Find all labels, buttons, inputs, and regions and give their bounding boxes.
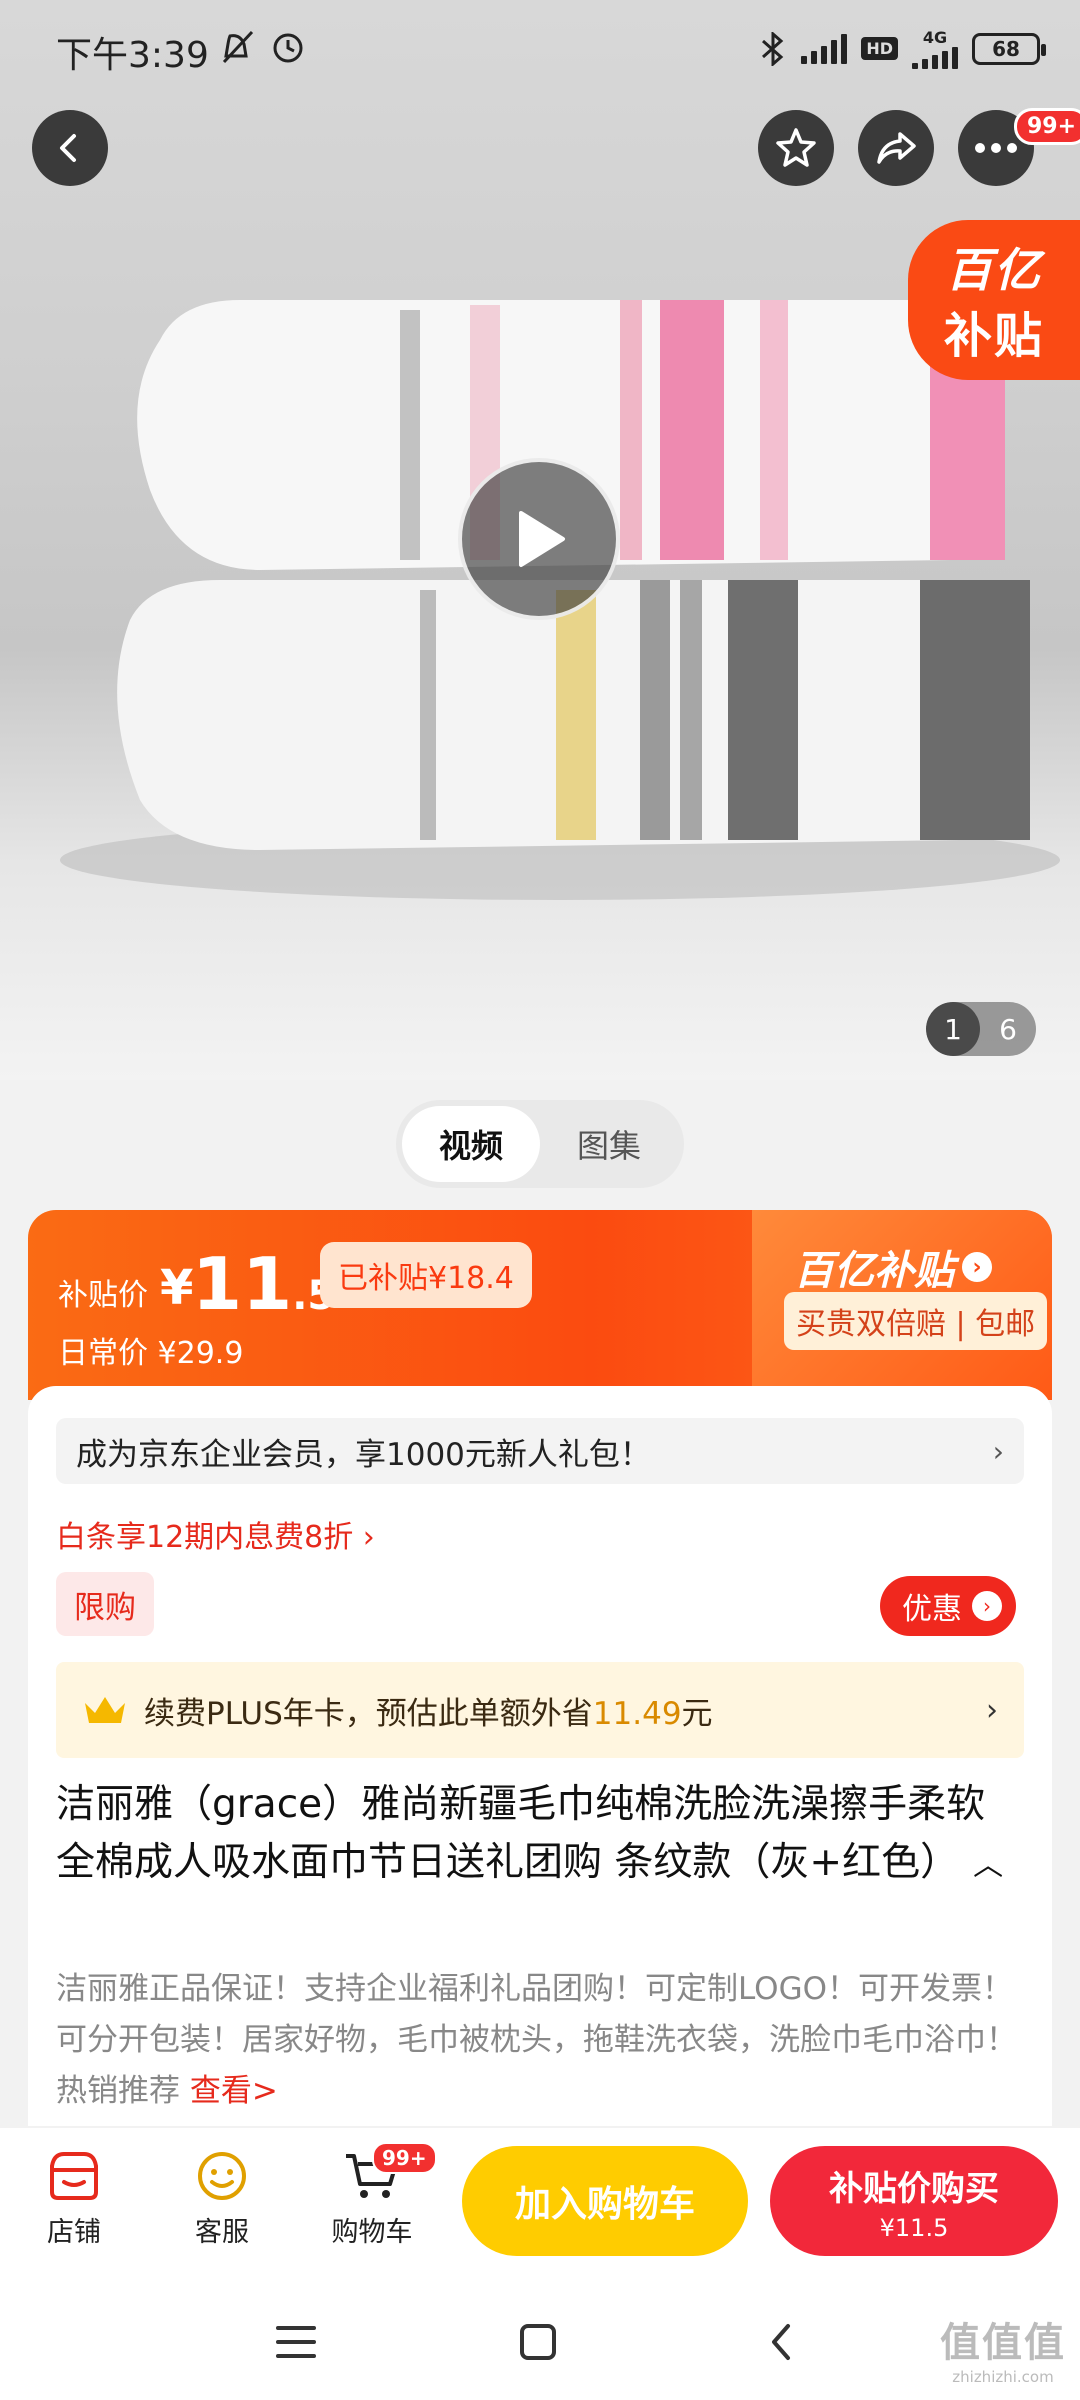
pager-total: 6	[999, 1012, 1017, 1046]
subsidy-stamp: 百亿 补贴	[908, 220, 1080, 380]
shop-label: 店铺	[47, 2217, 101, 2248]
tab-gallery[interactable]: 图集	[540, 1106, 678, 1182]
baitiao-offer-link[interactable]: 白条享12期内息费8折 ›	[56, 1512, 375, 1556]
discount-label: 优惠	[902, 1592, 962, 1627]
battery-icon: 68	[972, 32, 1046, 65]
buy-now-price: ¥11.5	[879, 2213, 949, 2242]
back-chevron-icon	[772, 2324, 790, 2360]
plus-renewal-banner[interactable]: 续费PLUS年卡，预估此单额外省11.49元 ›	[56, 1662, 1024, 1758]
back-nav-button[interactable]	[752, 2312, 812, 2372]
menu-icon	[276, 2326, 316, 2358]
play-video-button[interactable]	[458, 458, 620, 620]
regular-price: 日常价 ¥29.9	[58, 1336, 244, 1371]
enterprise-member-text: 成为京东企业会员，享1000元新人礼包！	[76, 1436, 651, 1473]
chevron-right-icon: ›	[992, 1434, 1004, 1468]
crown-icon	[85, 1697, 125, 1723]
discount-button[interactable]: 优惠 ›	[880, 1576, 1016, 1636]
guarantee-tag: 买贵双倍赔 | 包邮	[784, 1292, 1048, 1350]
subsidy-brand-link[interactable]: 百亿补贴 ›	[794, 1238, 992, 1296]
status-time: 下午3:39	[56, 35, 209, 76]
cart-label: 购物车	[331, 2217, 413, 2248]
watermark-logo: 值值值	[940, 2320, 1066, 2366]
share-icon	[877, 132, 916, 164]
share-button[interactable]	[858, 110, 934, 186]
customer-service-button[interactable]: 客服	[162, 2148, 282, 2249]
customer-service-label: 客服	[195, 2217, 249, 2248]
add-to-cart-button[interactable]: 加入购物车	[462, 2146, 748, 2256]
system-navigation-bar: 值值值 zhizhizhi.com	[0, 2278, 1080, 2400]
customer-service-icon	[198, 2152, 246, 2200]
shop-icon	[50, 2152, 98, 2200]
product-info-card: 成为京东企业会员，享1000元新人礼包！ › 白条享12期内息费8折 › 限购 …	[28, 1386, 1052, 2126]
limit-purchase-tag: 限购	[56, 1572, 154, 1636]
shop-button[interactable]: 店铺	[14, 2148, 134, 2249]
star-icon	[776, 128, 816, 167]
subsidy-price-label: 补贴价	[58, 1278, 148, 1313]
hd-icon: HD	[861, 37, 898, 60]
image-pager: 1 6	[926, 1002, 1036, 1056]
subsidy-stamp-line2: 补贴	[943, 308, 1044, 364]
tab-video[interactable]: 视频	[402, 1106, 540, 1182]
home-square-icon	[520, 2324, 556, 2360]
price-card[interactable]: 补贴价 ¥ 11.5 已补贴¥18.4 日常价 ¥29.9 百亿补贴 › 买贵双…	[28, 1210, 1052, 1400]
buy-now-label: 补贴价购买	[829, 2168, 999, 2209]
status-bar: 下午3:39 HD 4G 68	[0, 0, 1080, 100]
product-media-area[interactable]: 下午3:39 HD 4G 68 99+ 百亿 补贴 1 6	[0, 0, 1080, 1080]
more-badge: 99+	[1014, 108, 1080, 145]
favorite-button[interactable]	[758, 110, 834, 186]
signal-icon	[801, 33, 848, 64]
menu-nav-button[interactable]	[266, 2312, 326, 2372]
site-watermark: 值值值 zhizhizhi.com	[940, 2310, 1066, 2386]
chevron-right-icon: ›	[972, 1591, 1002, 1621]
cellular-4g: 4G	[912, 28, 958, 69]
subsidy-brand-text: 百亿补贴	[794, 1248, 954, 1294]
see-more-link[interactable]: 查看>	[190, 2073, 278, 2109]
cart-button[interactable]: 99+ 购物车	[312, 2142, 437, 2249]
pager-current: 1	[926, 1002, 980, 1056]
chevron-right-icon: ›	[962, 1252, 992, 1282]
subsidy-stamp-line1: 百亿	[946, 243, 1042, 297]
collapse-chevron-icon[interactable]: ︿	[973, 1837, 1003, 1895]
home-nav-button[interactable]	[508, 2312, 568, 2372]
plus-renewal-text: 续费PLUS年卡，预估此单额外省11.49元	[144, 1695, 713, 1732]
back-button[interactable]	[32, 110, 108, 186]
subsidized-badge: 已补贴¥18.4	[320, 1242, 532, 1308]
currency-symbol: ¥	[160, 1260, 194, 1316]
bluetooth-icon	[762, 31, 784, 66]
chevron-right-icon: ›	[986, 1692, 998, 1728]
bottom-action-bar: 店铺 客服 99+ 购物车 加入购物车 补贴价购买 ¥11.5	[0, 2128, 1080, 2278]
mute-alarm-icon	[222, 30, 303, 64]
product-title: 洁丽雅（grace）雅尚新疆毛巾纯棉洗脸洗澡擦手柔软全棉成人吸水面巾节日送礼团购…	[56, 1776, 1024, 1895]
media-tabs: 视频 图集	[396, 1100, 684, 1188]
play-icon	[519, 511, 565, 567]
watermark-url: zhizhizhi.com	[952, 2368, 1054, 2386]
enterprise-member-banner[interactable]: 成为京东企业会员，享1000元新人礼包！ ›	[56, 1418, 1024, 1484]
more-dots-icon	[975, 143, 1017, 153]
status-right-icons: HD 4G 68	[759, 28, 1046, 69]
cart-badge: 99+	[372, 2142, 437, 2174]
product-description: 洁丽雅正品保证！支持企业福利礼品团购！可定制LOGO！可开发票！可分开包装！居家…	[56, 1971, 1017, 2109]
back-arrow-icon	[60, 134, 76, 162]
buy-now-button[interactable]: 补贴价购买 ¥11.5	[770, 2146, 1058, 2256]
subsidy-price: 11.5	[192, 1242, 336, 1326]
